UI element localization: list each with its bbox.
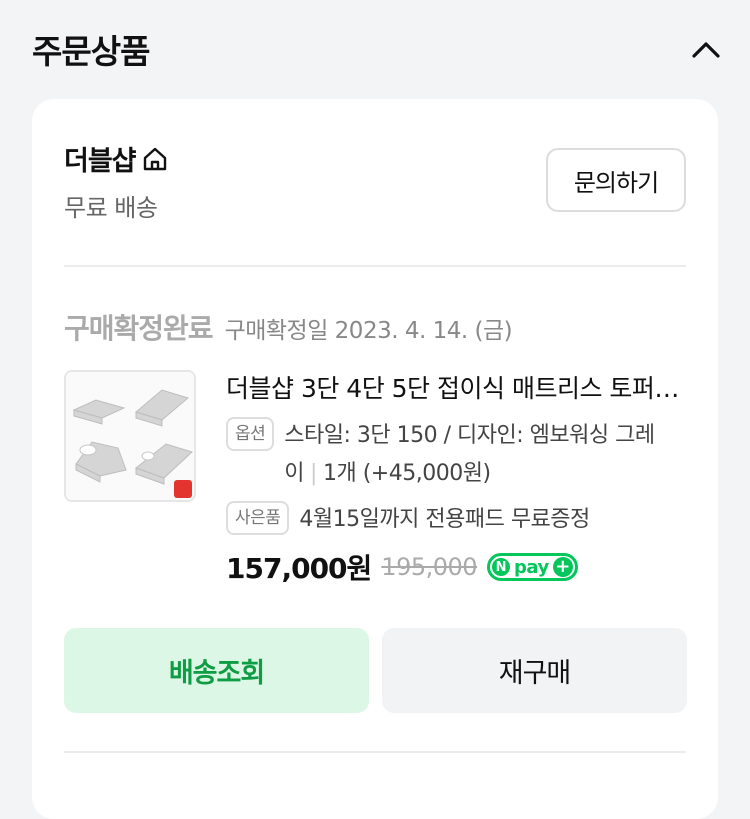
option-detail: 스타일: 3단 150 / 디자인: 엠보워싱 그레이 | 1개 (+45,000원… [284,417,686,493]
seller-row: 더블샵 무료 배송 문의하기 [64,139,686,229]
home-icon [143,147,166,170]
order-status-row: 구매확정완료 구매확정일 2023. 4. 14. (금) [64,307,686,347]
gift-text: 4월15일까지 전용패드 무료증정 [299,507,590,532]
npay-n-icon: N [492,558,511,576]
price-row: 157,000원 195,000 N pay + [226,547,686,587]
separator: | [310,461,317,486]
option-row: 옵션 스타일: 3단 150 / 디자인: 엠보워싱 그레이 | 1개 (+45,0… [226,417,686,493]
plus-icon: + [552,557,573,577]
gift-tag: 사은품 [226,501,290,535]
order-items-header: 주문상품 [32,26,726,72]
rebuy-button[interactable]: 재구매 [382,628,687,713]
order-card: 더블샵 무료 배송 문의하기 구매확정완료 구매확정일 2023. 4. 14.… [32,99,718,819]
seller-name: 더블샵 [64,146,137,177]
inquiry-button[interactable]: 문의하기 [546,148,686,212]
chevron-up-icon [692,42,720,58]
option-tag: 옵션 [226,417,275,451]
product-name[interactable]: 더블샵 3단 4단 5단 접이식 매트리스 토퍼 범퍼매트 [226,369,686,409]
npay-label: pay [514,556,549,578]
npay-plus-badge: N pay + [487,553,578,581]
sale-price: 157,000원 [226,552,372,585]
product-info: 더블샵 3단 4단 5단 접이식 매트리스 토퍼 범퍼매트 옵션 스타일: 3단… [226,369,686,587]
quantity: 1개 [322,461,357,486]
product-thumbnail[interactable] [64,370,196,502]
gift-row: 사은품 4월15일까지 전용패드 무료증정 [226,501,686,539]
divider [64,751,686,753]
track-delivery-button[interactable]: 배송조회 [64,628,369,713]
option-price: (+45,000원) [362,461,491,486]
store-badge-icon [174,480,192,498]
divider [64,265,686,267]
section-title: 주문상품 [32,32,150,71]
original-price: 195,000 [381,553,478,581]
order-status: 구매확정완료 [64,312,214,345]
confirm-date: 구매확정일 2023. 4. 14. (금) [224,318,513,344]
collapse-button[interactable] [686,29,726,69]
